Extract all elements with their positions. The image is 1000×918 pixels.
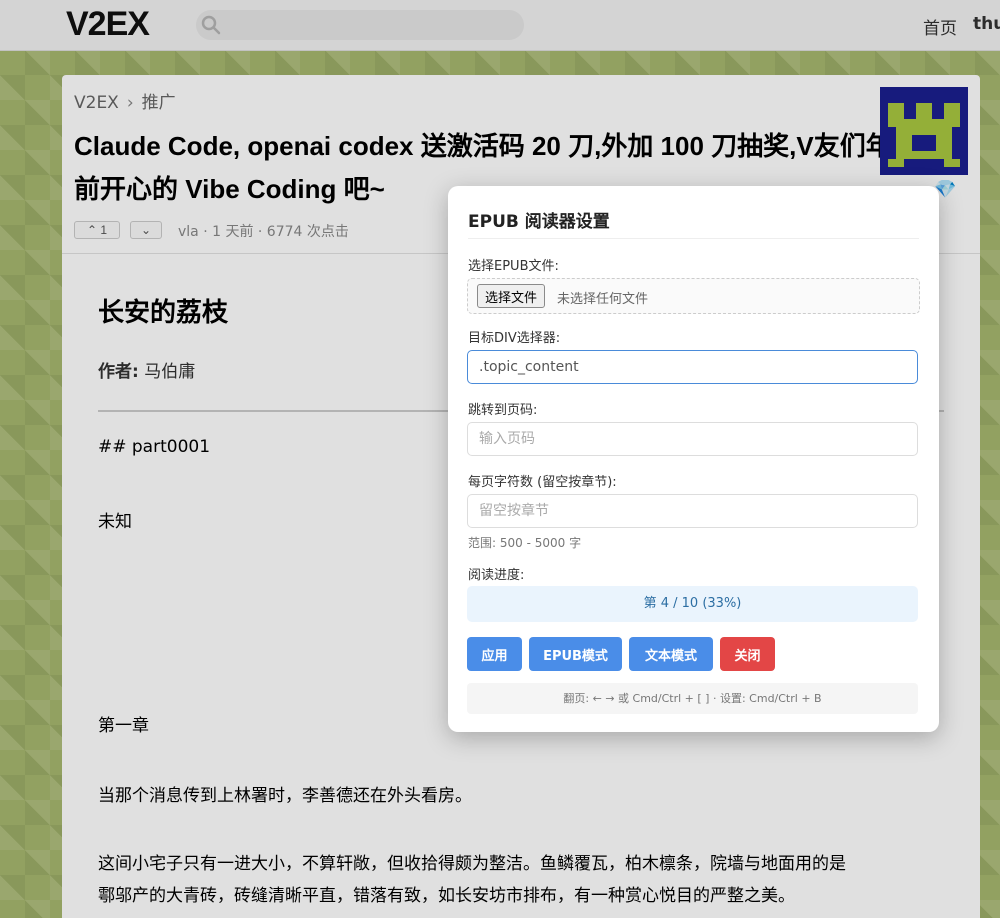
page-label: 跳转到页码: xyxy=(468,403,538,418)
epub-mode-button[interactable]: EPUB模式 xyxy=(529,637,622,671)
close-button[interactable]: 关闭 xyxy=(720,637,775,671)
dialog-divider xyxy=(468,238,919,239)
text-mode-button[interactable]: 文本模式 xyxy=(629,637,713,671)
page-input[interactable] xyxy=(467,422,918,456)
chars-per-page-input[interactable] xyxy=(467,494,918,528)
file-picker: 选择文件 未选择任何文件 xyxy=(467,278,920,314)
dialog-title: EPUB 阅读器设置 xyxy=(468,212,610,232)
chars-label: 每页字符数 (留空按章节): xyxy=(468,475,617,490)
file-label: 选择EPUB文件: xyxy=(468,259,559,274)
selector-input[interactable] xyxy=(467,350,918,384)
progress-label: 阅读进度: xyxy=(468,568,525,583)
shortcut-hint: 翻页: ← → 或 Cmd/Ctrl + [ ] · 设置: Cmd/Ctrl … xyxy=(467,683,918,714)
epub-settings-dialog: EPUB 阅读器设置 选择EPUB文件: 选择文件 未选择任何文件 目标DIV选… xyxy=(448,186,939,732)
choose-file-button[interactable]: 选择文件 xyxy=(477,284,546,308)
file-status: 未选择任何文件 xyxy=(557,292,649,307)
selector-label: 目标DIV选择器: xyxy=(468,331,561,346)
reading-progress: 第 4 / 10 (33%) xyxy=(467,586,918,622)
range-hint: 范围: 500 - 5000 字 xyxy=(468,536,582,550)
apply-button[interactable]: 应用 xyxy=(467,637,522,671)
